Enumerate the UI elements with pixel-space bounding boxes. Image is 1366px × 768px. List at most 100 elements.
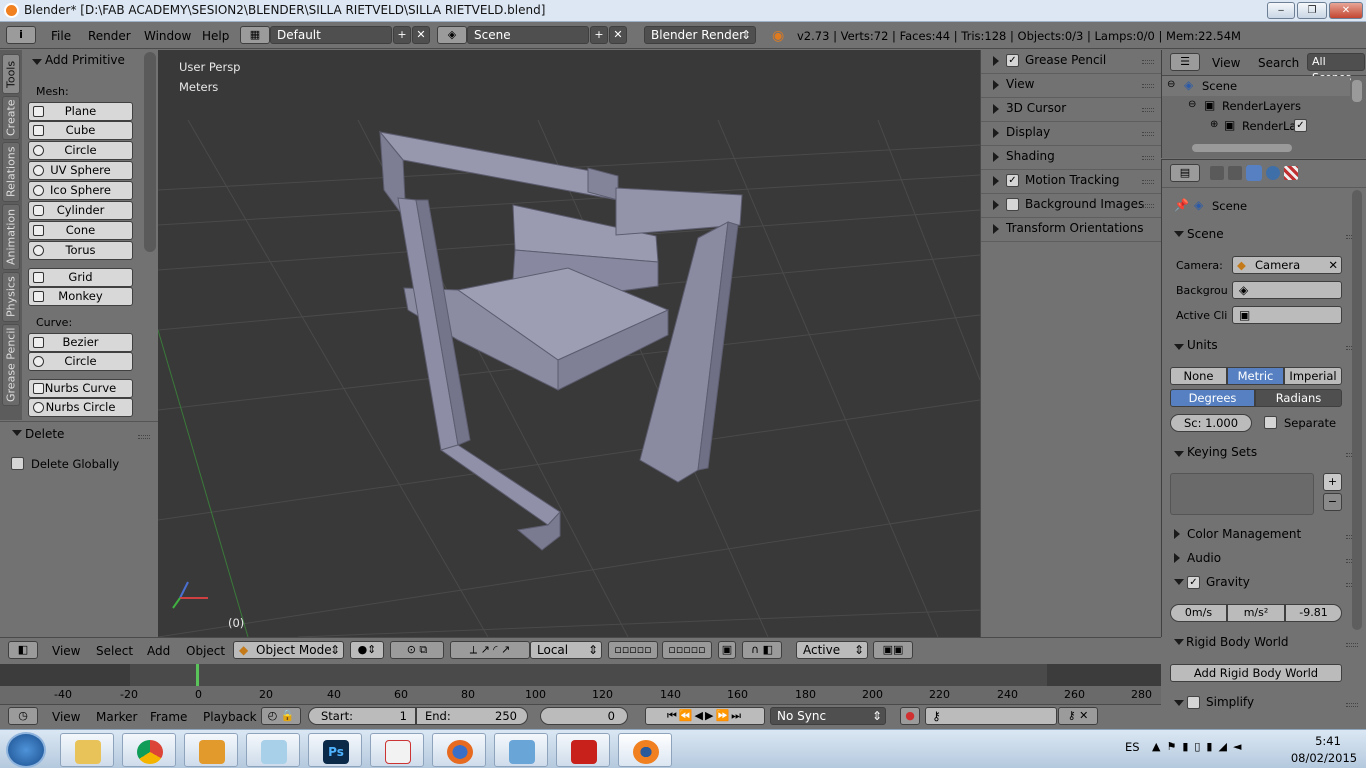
taskbar-firefox[interactable] — [432, 733, 486, 767]
screen-layout-icon[interactable]: ▦ — [240, 26, 270, 44]
properties-scrollbar[interactable] — [1352, 190, 1362, 630]
units-metric-button[interactable]: Metric — [1227, 367, 1284, 385]
gravity-y-field[interactable]: m/s² — [1227, 604, 1285, 622]
add-screen-icon[interactable]: + — [393, 26, 411, 44]
layer-buttons-1[interactable]: ▫▫▫▫▫ — [608, 641, 658, 659]
active-clip-field[interactable]: ▣ — [1232, 306, 1342, 324]
tree-row-scene[interactable]: ⊖ ◈ Scene — [1162, 76, 1350, 96]
taskbar-explorer[interactable] — [60, 733, 114, 767]
manipulator-buttons[interactable]: ⟂ ↗ ◜ ↗ — [450, 641, 530, 659]
remove-scene-icon[interactable]: ✕ — [609, 26, 627, 44]
units-imperial-button[interactable]: Imperial — [1284, 367, 1342, 385]
tab-create[interactable]: Create — [2, 96, 20, 140]
panel-motion-tracking[interactable]: ✓ Motion Tracking — [981, 170, 1162, 194]
collapse-arrow-icon[interactable] — [1174, 344, 1184, 350]
keying-set-field[interactable]: ⚷ — [925, 707, 1057, 725]
panel-view[interactable]: View — [981, 74, 1162, 98]
render-tab-icon[interactable] — [1210, 166, 1224, 180]
insert-keyframe-icons[interactable]: ⚷ ✕ — [1058, 707, 1098, 725]
transform-orientation-select[interactable]: Local ⇕ — [530, 641, 602, 659]
taskbar-notepad[interactable] — [246, 733, 300, 767]
panel-transform-orientations[interactable]: Transform Orientations — [981, 218, 1162, 242]
remove-screen-icon[interactable]: ✕ — [412, 26, 430, 44]
playback-controls[interactable]: ⏮⏪◀▶⏩⏭ — [645, 707, 765, 725]
tab-physics[interactable]: Physics — [2, 272, 20, 322]
layer-buttons-2[interactable]: ▫▫▫▫▫ — [662, 641, 712, 659]
current-frame-field[interactable]: 0 — [540, 707, 628, 725]
radians-button[interactable]: Radians — [1255, 389, 1342, 407]
render-preview-icon[interactable]: ▣▣ — [873, 641, 913, 659]
render-layers-tab-icon[interactable] — [1228, 166, 1242, 180]
3d-viewport[interactable]: User Persp Meters (0) — [158, 50, 980, 637]
add-rigid-body-world-button[interactable]: Add Rigid Body World — [1170, 664, 1342, 682]
editor-type-info-icon[interactable]: i — [6, 26, 36, 44]
collapse-toggle-icon[interactable]: ⊖ — [1188, 99, 1196, 110]
current-frame-marker[interactable] — [196, 664, 199, 686]
scene-field[interactable]: Scene — [467, 26, 589, 44]
panel-background-images[interactable]: Background Images — [981, 194, 1162, 218]
motion-tracking-checkbox[interactable]: ✓ — [1006, 174, 1019, 187]
outliner-view-menu[interactable]: View — [1212, 56, 1240, 70]
tab-animation[interactable]: Animation — [2, 204, 20, 270]
units-none-button[interactable]: None — [1170, 367, 1227, 385]
taskbar-acrobat[interactable] — [370, 733, 424, 767]
start-frame-field[interactable]: Start: 1 — [308, 707, 416, 725]
expand-toggle-icon[interactable]: ⊕ — [1210, 119, 1218, 130]
drag-grip-icon[interactable] — [1142, 156, 1154, 160]
clock-time[interactable]: 5:41 — [1298, 734, 1358, 748]
collapse-arrow-icon[interactable] — [12, 430, 22, 436]
clock-date[interactable]: 08/02/2015 — [1288, 751, 1360, 765]
drag-grip-icon[interactable] — [1142, 60, 1154, 64]
collapse-arrow-icon[interactable] — [1174, 700, 1184, 706]
start-button-icon[interactable] — [6, 732, 46, 768]
pin-icon[interactable]: 📌 — [1174, 198, 1189, 212]
outliner-hscrollbar[interactable] — [1192, 144, 1292, 152]
remove-keying-set-button[interactable]: − — [1323, 493, 1342, 511]
taskbar-chrome[interactable] — [122, 733, 176, 767]
timeline-menu-frame[interactable]: Frame — [150, 710, 187, 724]
add-bezier-button[interactable]: Bezier — [28, 333, 133, 352]
outliner-filter-select[interactable]: All Scenes — [1307, 53, 1365, 84]
panel-shading[interactable]: Shading — [981, 146, 1162, 170]
drag-grip-icon[interactable] — [1142, 180, 1154, 184]
collapse-arrow-icon[interactable] — [1174, 451, 1184, 457]
menu-render[interactable]: Render — [88, 29, 131, 43]
audio-title[interactable]: Audio — [1187, 551, 1221, 565]
menu-view[interactable]: View — [52, 644, 80, 658]
camera-field[interactable]: ◆ Camera ✕ — [1232, 256, 1342, 274]
proportional-edit-icon[interactable]: ∩ ◧ — [742, 641, 782, 659]
screen-layout-field[interactable]: Default — [270, 26, 392, 44]
menu-file[interactable]: File — [51, 29, 71, 43]
add-cylinder-button[interactable]: Cylinder — [28, 201, 133, 220]
scene-tab-icon[interactable] — [1246, 165, 1262, 181]
expand-arrow-icon[interactable] — [1174, 553, 1180, 563]
language-indicator[interactable]: ES — [1125, 740, 1140, 754]
menu-add[interactable]: Add — [147, 644, 170, 658]
auto-keying-record-icon[interactable]: ● — [900, 707, 920, 725]
drag-grip-icon[interactable] — [1346, 703, 1358, 707]
unit-scale-field[interactable]: Sc: 1.000 — [1170, 414, 1252, 432]
close-button[interactable]: ✕ — [1329, 2, 1363, 19]
background-images-checkbox[interactable] — [1006, 198, 1019, 211]
keying-sets-list[interactable] — [1170, 473, 1314, 515]
timeline-ruler[interactable]: -40 -20 0 20 40 60 80 100 120 140 160 18… — [0, 686, 1161, 704]
add-nurbs-circle-button[interactable]: Nurbs Circle — [28, 398, 133, 417]
render-engine-select[interactable]: Blender Render ⇕ — [644, 26, 756, 44]
add-circle-button[interactable]: Circle — [28, 141, 133, 160]
scene-icon[interactable]: ◈ — [437, 26, 467, 44]
timeline-menu-playback[interactable]: Playback — [203, 710, 257, 724]
taskbar-media-player[interactable] — [184, 733, 238, 767]
panel-grease-pencil[interactable]: ✓ Grease Pencil — [981, 50, 1162, 74]
preview-range-icon[interactable]: ◴ 🔒 — [261, 707, 301, 725]
taskbar-autocad[interactable] — [556, 733, 610, 767]
system-tray-icons[interactable]: ▲⚑▮▯▮◢◄ — [1152, 740, 1247, 753]
simplify-checkbox[interactable] — [1187, 696, 1200, 709]
add-keying-set-button[interactable]: + — [1323, 473, 1342, 491]
gravity-x-field[interactable]: 0m/s — [1170, 604, 1227, 622]
viewport-shading-select[interactable]: ●⇕ — [350, 641, 384, 659]
taskbar-photos[interactable] — [494, 733, 548, 767]
editor-type-3d-icon[interactable]: ◧ — [8, 641, 38, 659]
delete-globally-checkbox[interactable] — [11, 457, 24, 470]
timeline-menu-marker[interactable]: Marker — [96, 710, 137, 724]
timeline-menu-view[interactable]: View — [52, 710, 80, 724]
